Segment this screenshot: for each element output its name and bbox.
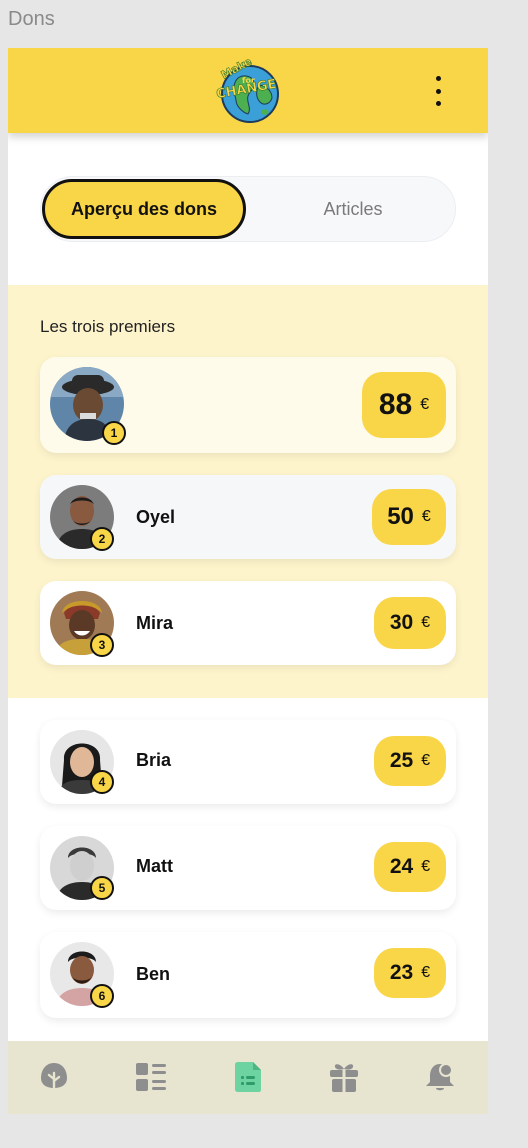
donor-card-1[interactable]: 1 88 € — [40, 357, 456, 453]
donor-name: Ben — [136, 964, 171, 984]
rank-badge: 1 — [102, 421, 126, 445]
document-icon — [235, 1062, 261, 1092]
donation-amount: 24 € — [374, 842, 446, 892]
amount-value: 23 — [389, 961, 414, 984]
currency-symbol: € — [421, 614, 431, 631]
amount-value: 88 — [378, 388, 413, 421]
donor-card-6[interactable]: 6 Ben 23 € — [40, 932, 456, 1018]
rank-badge: 4 — [90, 770, 114, 794]
amount-value: 30 — [389, 611, 414, 634]
tab-apercu-des-dons[interactable]: Aperçu des dons — [42, 179, 246, 239]
app-header: Make for CHANGE — [8, 48, 488, 133]
currency-symbol: € — [421, 752, 431, 769]
nav-item-notifications[interactable] — [422, 1059, 458, 1095]
donor-name: Matt — [136, 856, 173, 876]
nav-item-gifts[interactable] — [326, 1059, 362, 1095]
amount-value: 25 — [389, 749, 414, 772]
nav-item-list[interactable] — [133, 1059, 169, 1095]
donor-card-4[interactable]: 4 Bria 25 € — [40, 720, 456, 804]
nav-item-tree[interactable] — [36, 1059, 72, 1095]
currency-symbol: € — [421, 508, 431, 525]
section-title: Les trois premiers — [40, 317, 176, 336]
donor-card-5[interactable]: 5 Matt 24 € — [40, 826, 456, 910]
tree-icon — [41, 1063, 67, 1093]
app-screen: Make for CHANGE Aperçu des dons Articles… — [8, 48, 488, 1114]
tab-articles[interactable]: Articles — [273, 179, 433, 239]
amount-value: 50 — [387, 503, 414, 530]
make-for-change-logo[interactable]: Make for CHANGE — [214, 55, 284, 126]
donation-amount: 30 € — [374, 597, 446, 649]
bottom-navigation — [8, 1041, 488, 1114]
gift-icon — [330, 1064, 358, 1092]
bell-icon — [426, 1063, 454, 1091]
globe-icon — [221, 65, 279, 123]
list-icon — [136, 1063, 166, 1091]
currency-symbol: € — [421, 858, 431, 875]
frame-label: Dons — [8, 8, 55, 30]
currency-symbol: € — [420, 396, 430, 413]
donor-name: Bria — [136, 750, 172, 770]
donor-name: Mira — [136, 613, 174, 633]
currency-symbol: € — [421, 964, 431, 981]
rank-badge: 5 — [90, 876, 114, 900]
more-vertical-icon[interactable] — [428, 76, 448, 106]
amount-value: 24 — [389, 855, 414, 878]
rank-badge: 3 — [90, 633, 114, 657]
donation-amount: 88 € — [362, 372, 446, 438]
donor-name: Oyel — [136, 507, 176, 527]
donor-card-3[interactable]: 3 Mira 30 € — [40, 581, 456, 665]
top-three-section: Les trois premiers 1 88 € 2 Oyel 50 € 3 … — [8, 285, 488, 698]
donation-amount: 23 € — [374, 948, 446, 998]
nav-item-documents[interactable] — [230, 1059, 266, 1095]
donation-amount: 25 € — [374, 736, 446, 786]
donation-amount: 50 € — [372, 489, 446, 545]
rank-badge: 6 — [90, 984, 114, 1008]
segmented-tabs: Aperçu des dons Articles — [40, 176, 456, 242]
rank-badge: 2 — [90, 527, 114, 551]
donor-card-2[interactable]: 2 Oyel 50 € — [40, 475, 456, 559]
